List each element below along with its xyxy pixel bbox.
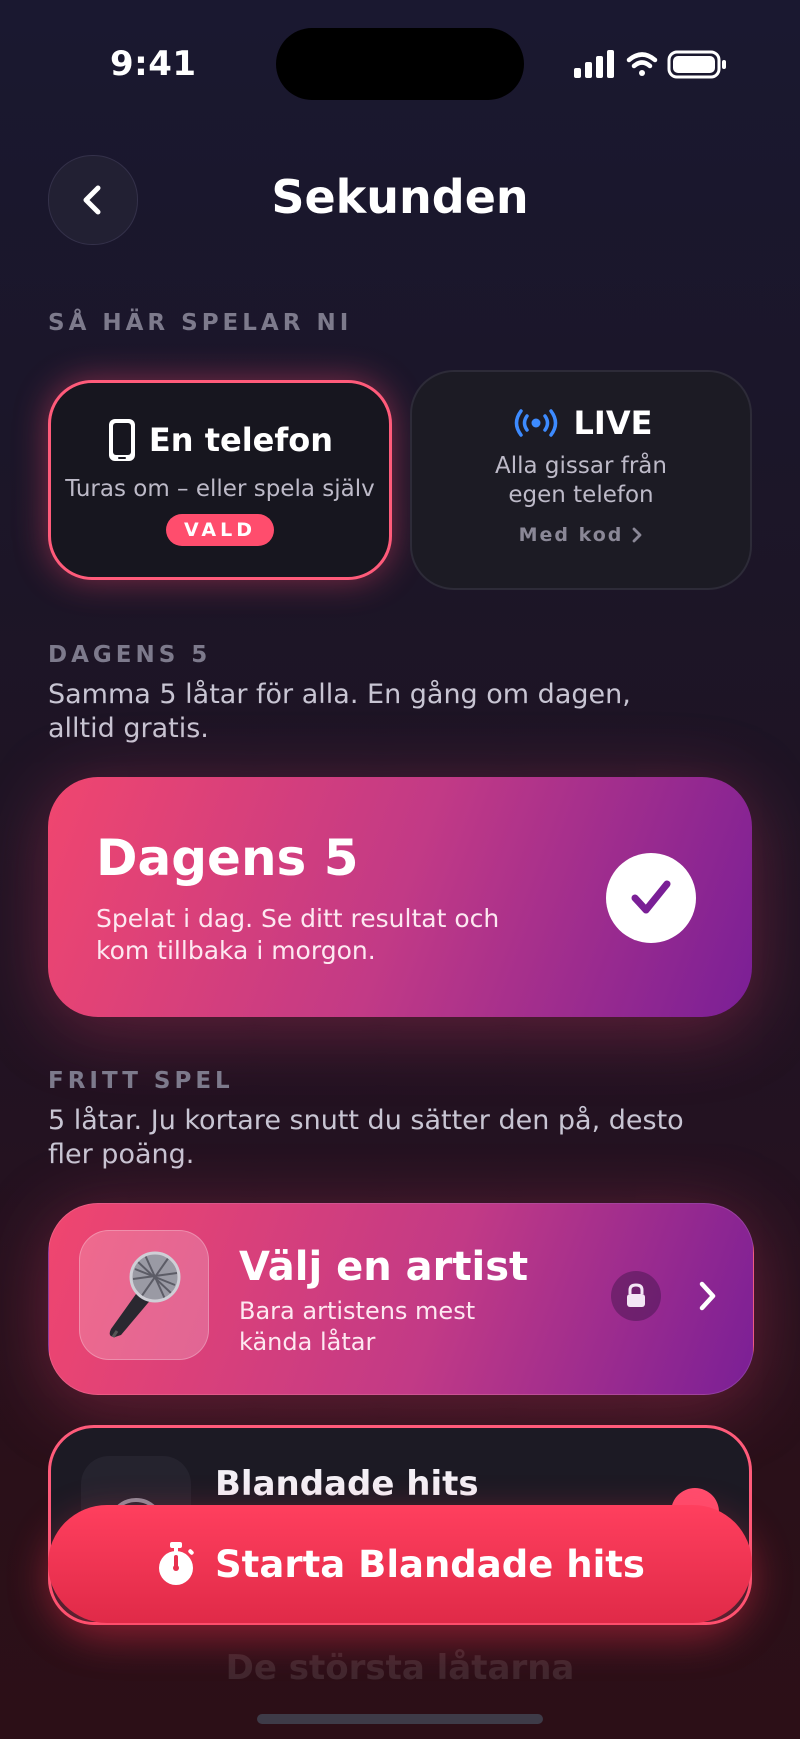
code-link[interactable]: Med kod (412, 524, 750, 546)
mode-title-one-phone: En telefon (148, 421, 334, 459)
microphone-icon (109, 1251, 181, 1338)
checkmark-icon (631, 880, 671, 914)
page-title: Sekunden (271, 170, 529, 224)
status-icons (574, 50, 726, 79)
lock-icon (627, 1283, 645, 1307)
artist-card-description: Bara artistens mest kända låtar (239, 1297, 476, 1356)
section-label-play-mode: SÅ HÄR SPELAR NI (48, 310, 353, 336)
wifi-icon (626, 52, 658, 76)
next-card-title-faded: De största låtarna (225, 1648, 575, 1688)
mode-subtitle-live-1: Alla gissar från (495, 453, 667, 479)
cellular-signal-icon (574, 50, 614, 78)
start-button[interactable]: Starta Blandade hits (48, 1505, 752, 1623)
dynamic-island (276, 28, 524, 100)
free-play-description: 5 låtar. Ju kortare snutt du sätter den … (48, 1105, 684, 1170)
home-indicator[interactable] (257, 1714, 543, 1724)
status-time: 9:41 (110, 44, 197, 84)
code-link-label: Med kod (518, 524, 624, 546)
mode-subtitle-live-2: egen telefon (508, 482, 654, 508)
artist-card-title: Välj en artist (239, 1244, 529, 1290)
battery-icon (667, 50, 726, 79)
daily-card[interactable]: Dagens 5 Spelat i dag. Se ditt resultat … (48, 777, 752, 1017)
lock-badge (611, 1271, 661, 1321)
mixed-hits-title: Blandade hits (215, 1464, 479, 1504)
selected-badge: VALD (166, 514, 274, 546)
completed-check (606, 853, 696, 943)
artist-icon-box (79, 1230, 209, 1360)
mode-card-live[interactable]: LIVE Alla gissar från egen telefon Med k… (410, 370, 752, 590)
choose-artist-card[interactable]: Välj en artist Bara artistens mest kända… (48, 1203, 754, 1395)
section-label-free-play: FRITT SPEL (48, 1068, 234, 1094)
mode-title-live: LIVE (573, 404, 653, 442)
mode-subtitle-one-phone: Turas om – eller spela själv (65, 476, 375, 502)
broadcast-icon (514, 409, 557, 437)
stopwatch-icon (159, 1542, 194, 1585)
daily-card-title: Dagens 5 (96, 829, 359, 887)
daily-card-description: Spelat i dag. Se ditt resultat och kom t… (96, 904, 500, 965)
mode-card-one-phone[interactable]: En telefon Turas om – eller spela själv … (48, 380, 392, 580)
daily-description: Samma 5 låtar för alla. En gång om dagen… (48, 679, 631, 744)
section-label-daily: DAGENS 5 (48, 642, 212, 668)
chevron-right-icon (699, 1281, 716, 1311)
phone-icon (108, 419, 135, 461)
chevron-right-icon (632, 527, 642, 543)
start-button-label: Starta Blandade hits (215, 1542, 645, 1586)
